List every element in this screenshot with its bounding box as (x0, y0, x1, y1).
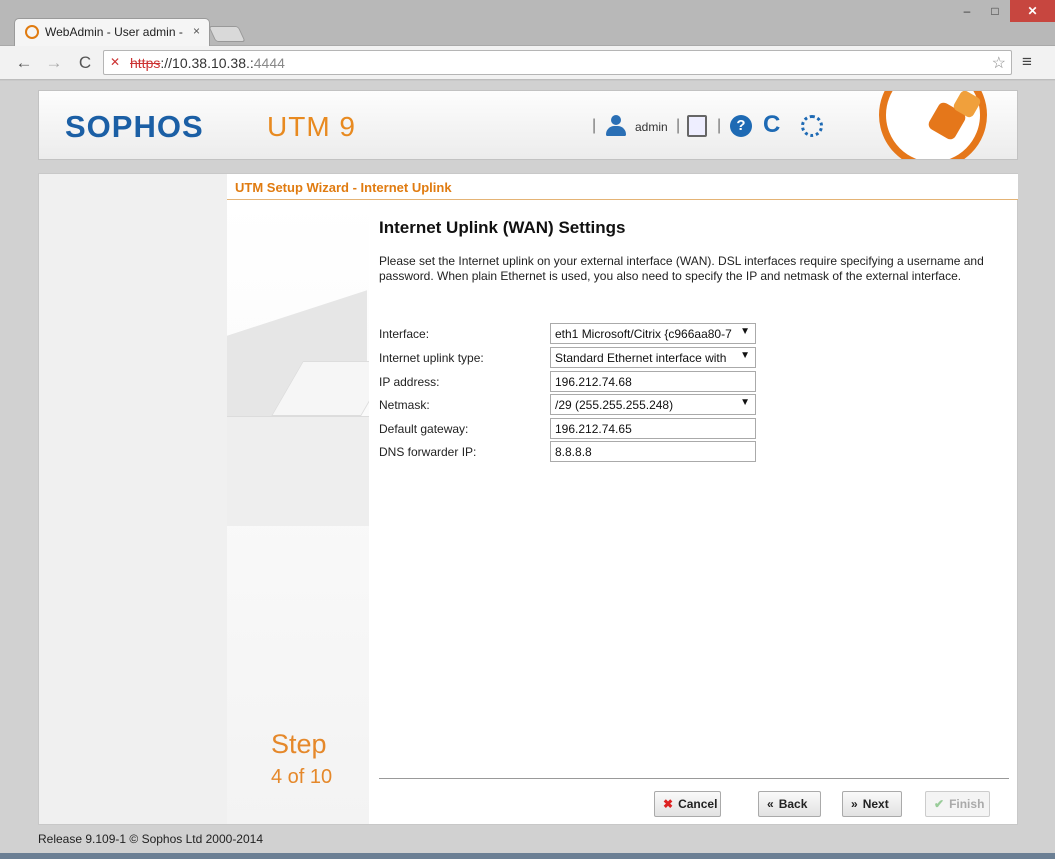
url-port: 4444 (253, 55, 285, 71)
user-icon[interactable] (605, 115, 627, 137)
window-minimize-button[interactable]: – (954, 0, 980, 22)
browser-menu-icon[interactable]: ≡ (1022, 52, 1032, 72)
header-separator: | (592, 117, 597, 134)
box-front (227, 416, 369, 526)
header-separator: | (717, 117, 722, 134)
new-tab-button[interactable] (208, 26, 246, 42)
netmask-select[interactable]: /29 (255.255.255.248) ▼ (550, 394, 756, 415)
sophos-favicon-icon (25, 25, 39, 39)
chevron-down-icon: ▼ (740, 397, 750, 408)
uplink-type-select[interactable]: Standard Ethernet interface with ▼ (550, 347, 756, 368)
page-title: Internet Uplink (WAN) Settings (379, 218, 626, 237)
interface-label: Interface: (379, 327, 430, 341)
wizard-title: UTM Setup Wizard - Internet Uplink (235, 180, 452, 195)
chevron-down-icon: ▼ (740, 326, 750, 337)
double-chevron-right-icon: » (851, 797, 858, 811)
forward-arrow-icon[interactable]: → (44, 53, 64, 73)
netmask-value: /29 (255.255.255.248) (555, 398, 674, 412)
uplink-type-label: Internet uplink type: (379, 351, 484, 365)
back-arrow-icon[interactable]: ← (14, 53, 34, 73)
step-panel: Step 4 of 10 (227, 201, 369, 824)
ip-address-input[interactable]: 196.212.74.68 (550, 371, 756, 392)
cancel-icon: ✖ (663, 797, 674, 811)
webadmin-header: SOPHOS UTM 9 | admin | | ? C (38, 90, 1018, 160)
tab-title: WebAdmin - User admin - (45, 25, 183, 39)
step-label: Step (271, 729, 327, 759)
gateway-label: Default gateway: (379, 422, 469, 436)
broken-lock-icon: ✕ (110, 55, 121, 69)
browser-tab[interactable]: WebAdmin - User admin - × (14, 18, 210, 46)
taskbar-edge (0, 853, 1055, 859)
checkmark-icon: ✔ (934, 797, 945, 811)
footer-divider (379, 778, 1009, 779)
window-maximize-button[interactable]: □ (982, 0, 1008, 22)
back-label: Back (778, 797, 808, 811)
url-host: ://10.38.10.38.: (160, 55, 254, 71)
gateway-input[interactable]: 196.212.74.65 (550, 418, 756, 439)
left-sidebar (39, 174, 227, 824)
wizard-container: UTM Setup Wizard - Internet Uplink Step … (38, 173, 1018, 825)
ip-address-label: IP address: (379, 375, 440, 389)
header-separator: | (676, 117, 681, 134)
netmask-label: Netmask: (379, 398, 430, 412)
cancel-label: Cancel (678, 797, 718, 811)
sophos-emblem (879, 91, 987, 159)
wizard-titlebar: UTM Setup Wizard - Internet Uplink (227, 174, 1018, 200)
product-name: UTM 9 (267, 111, 356, 142)
url-text: https://10.38.10.38.:4444 (130, 55, 285, 71)
reload-icon[interactable]: C (75, 53, 95, 73)
admin-user-label[interactable]: admin (635, 120, 668, 134)
browser-titlebar: WebAdmin - User admin - × – □ ✕ (0, 0, 1055, 46)
finish-label: Finish (949, 797, 985, 811)
dns-forwarder-label: DNS forwarder IP: (379, 445, 477, 459)
dns-forwarder-input[interactable]: 8.8.8.8 (550, 441, 756, 462)
description-text: Please set the Internet uplink on your e… (379, 254, 984, 283)
activity-spinner-icon (801, 115, 823, 137)
browser-toolbar: ← → C ✕ https://10.38.10.38.:4444 ☆ ≡ (0, 46, 1055, 80)
tab-close-icon[interactable]: × (193, 24, 200, 38)
next-button[interactable]: » Next (842, 791, 902, 817)
step-count: 4 of 10 (271, 766, 333, 788)
release-info: Release 9.109-1 © Sophos Ltd 2000-2014 (38, 832, 264, 846)
interface-select[interactable]: eth1 Microsoft/Citrix {c966aa80-7 ▼ (550, 323, 756, 344)
sophos-logo: SOPHOS (65, 109, 204, 144)
address-bar[interactable]: ✕ https://10.38.10.38.:4444 ☆ (103, 50, 1012, 75)
bookmark-star-icon[interactable]: ☆ (992, 53, 1006, 73)
double-chevron-left-icon: « (767, 797, 774, 811)
uplink-type-value: Standard Ethernet interface with (555, 351, 727, 365)
page: SOPHOS UTM 9 | admin | | ? C UTM Setup W… (0, 81, 1055, 859)
back-button[interactable]: « Back (758, 791, 821, 817)
url-scheme: https (130, 55, 161, 71)
next-label: Next (862, 797, 889, 811)
cancel-button[interactable]: ✖ Cancel (654, 791, 721, 817)
refresh-icon[interactable]: C (763, 111, 780, 139)
window-close-button[interactable]: ✕ (1010, 0, 1055, 22)
chevron-down-icon: ▼ (740, 350, 750, 361)
finish-button[interactable]: ✔ Finish (925, 791, 990, 817)
help-icon[interactable]: ? (730, 115, 752, 137)
clipboard-icon[interactable] (687, 115, 707, 137)
interface-value: eth1 Microsoft/Citrix {c966aa80-7 (555, 327, 732, 341)
